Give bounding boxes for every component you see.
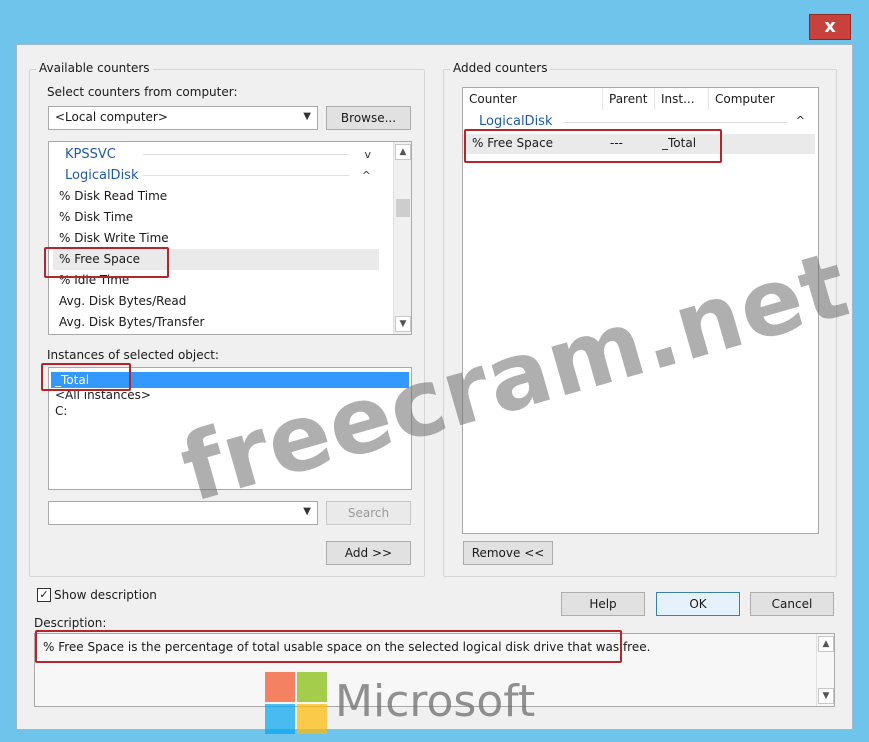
search-input[interactable]: ▼ (48, 501, 318, 525)
counter-object-header[interactable]: KPSSVC v (53, 144, 379, 165)
ok-button[interactable]: OK (656, 592, 740, 616)
counter-item-label: Avg. Disk Bytes/Transfer (59, 315, 205, 329)
logo-square-blue (265, 704, 295, 734)
computer-select[interactable]: <Local computer> ▼ (48, 106, 318, 130)
logo-square-green (297, 672, 327, 702)
chevron-up-icon[interactable]: ^ (362, 165, 371, 186)
select-computer-label: Select counters from computer: (47, 85, 238, 99)
logo-square-yellow (297, 704, 327, 734)
description-label: Description: (34, 616, 107, 630)
added-counters-legend: Added counters (450, 61, 551, 75)
header-divider (143, 154, 349, 155)
computer-select-value: <Local computer> (55, 110, 168, 124)
title-bar: x (6, 6, 863, 44)
counter-list-item[interactable]: % Disk Write Time (53, 228, 379, 249)
add-button[interactable]: Add >> (326, 541, 411, 565)
scroll-down-icon[interactable]: ▼ (395, 316, 411, 332)
added-row-highlight-box (464, 129, 722, 163)
close-button[interactable]: x (809, 14, 851, 40)
column-header-parent[interactable]: Parent (603, 88, 655, 110)
counter-list-item[interactable]: Avg. Disk Bytes/Read (53, 291, 379, 312)
show-description-checkbox[interactable]: ✓ (37, 588, 51, 602)
column-header-computer[interactable]: Computer (709, 88, 813, 110)
scroll-down-icon[interactable]: ▼ (818, 688, 834, 704)
counter-item-label: % Disk Write Time (59, 231, 169, 245)
counter-list-item[interactable]: % Disk Read Time (53, 186, 379, 207)
scroll-up-icon[interactable]: ▲ (395, 144, 411, 160)
header-divider (143, 175, 349, 176)
help-button[interactable]: Help (561, 592, 645, 616)
instances-label: Instances of selected object: (47, 348, 219, 362)
counter-list[interactable]: KPSSVC v LogicalDisk ^ % Disk Read Time % Dis… (48, 141, 412, 335)
search-button[interactable]: Search (326, 501, 411, 525)
counter-item-label: Avg. Disk Bytes/Read (59, 294, 187, 308)
counter-object-label: LogicalDisk (65, 168, 139, 183)
cancel-button[interactable]: Cancel (750, 592, 834, 616)
counter-list-scrollbar[interactable]: ▲ ▼ (393, 142, 411, 334)
column-header-counter[interactable]: Counter (463, 88, 603, 110)
description-scrollbar[interactable]: ▲ ▼ (816, 634, 834, 706)
microsoft-wordmark: Microsoft (335, 676, 536, 727)
group-divider (563, 122, 787, 123)
chevron-down-icon: ▼ (303, 111, 311, 122)
counter-object-label: KPSSVC (65, 147, 116, 162)
counter-item-label: % Disk Read Time (59, 189, 168, 203)
scroll-up-icon[interactable]: ▲ (818, 636, 834, 652)
scroll-thumb[interactable] (396, 199, 410, 217)
chevron-up-icon[interactable]: ^ (796, 114, 805, 127)
browse-button[interactable]: Browse... (326, 106, 411, 130)
show-description-label: Show description (54, 588, 157, 602)
microsoft-logo: Microsoft (265, 672, 555, 736)
logo-square-red (265, 672, 295, 702)
remove-button[interactable]: Remove << (463, 541, 553, 565)
available-counters-legend: Available counters (36, 61, 153, 75)
counter-item-label: % Disk Time (59, 210, 134, 224)
free-space-highlight-box (44, 247, 169, 278)
added-group-label: LogicalDisk (479, 114, 553, 129)
description-highlight-box (35, 630, 622, 663)
counter-list-item[interactable]: Avg. Disk Bytes/Transfer (53, 312, 379, 333)
column-header-instance[interactable]: Inst... (655, 88, 709, 110)
counter-list-item[interactable]: % Disk Time (53, 207, 379, 228)
total-instance-highlight-box (41, 363, 131, 391)
chevron-down-icon: ▼ (303, 506, 311, 517)
chevron-down-icon[interactable]: v (364, 144, 371, 165)
counter-object-header[interactable]: LogicalDisk ^ (53, 165, 379, 186)
